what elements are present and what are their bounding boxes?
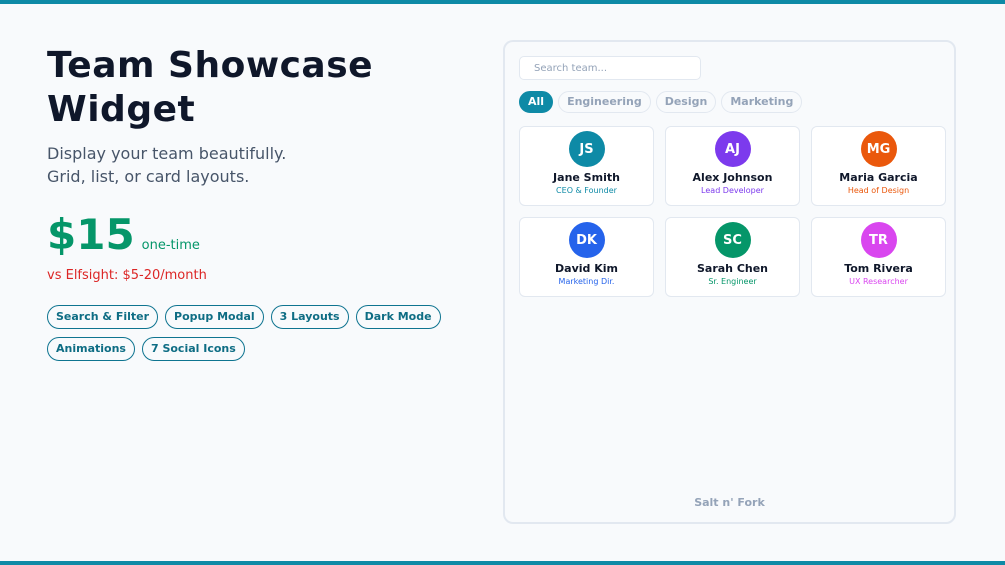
filter-design[interactable]: Design: [655, 91, 717, 113]
feature-pills: Search & Filter Popup Modal 3 Layouts Da…: [47, 305, 467, 361]
subtitle-line-2: Grid, list, or card layouts.: [47, 167, 250, 186]
avatar: SC: [714, 222, 751, 258]
title-line-2: Widget: [47, 89, 196, 130]
page-title: Team Showcase Widget: [47, 44, 467, 132]
bottom-accent-bar: [0, 561, 1005, 565]
member-name: Alex Johnson: [692, 171, 773, 184]
feature-pill: 3 Layouts: [270, 305, 349, 329]
price-row: $15 one-time: [47, 212, 467, 258]
subtitle-line-1: Display your team beautifully.: [47, 144, 287, 163]
top-accent-bar: [0, 0, 1005, 4]
member-name: Sarah Chen: [696, 262, 769, 275]
feature-pill: Animations: [47, 337, 135, 361]
member-card[interactable]: TR Tom Rivera UX Researcher: [811, 217, 946, 297]
filter-engineering[interactable]: Engineering: [558, 91, 651, 113]
member-name: Tom Rivera: [844, 262, 913, 275]
avatar: MG: [860, 131, 897, 167]
member-card[interactable]: MG Maria Garcia Head of Design: [811, 126, 946, 206]
filter-marketing[interactable]: Marketing: [721, 91, 803, 113]
feature-pill: Search & Filter: [47, 305, 159, 329]
member-card[interactable]: AJ Alex Johnson Lead Developer: [665, 126, 800, 206]
search-input[interactable]: [519, 56, 701, 80]
avatar: JS: [568, 131, 605, 167]
filter-all[interactable]: All: [519, 91, 554, 113]
member-name: Maria Garcia: [839, 171, 918, 184]
member-card[interactable]: SC Sarah Chen Sr. Engineer: [665, 217, 800, 297]
widget-footer-brand: Salt n' Fork: [694, 496, 765, 509]
member-role: Head of Design: [847, 186, 910, 195]
member-card[interactable]: DK David Kim Marketing Dir.: [519, 217, 654, 297]
member-role: CEO & Founder: [556, 186, 617, 195]
feature-pill: 7 Social Icons: [141, 337, 245, 361]
feature-pill: Popup Modal: [165, 305, 264, 329]
member-role: Marketing Dir.: [558, 277, 615, 286]
member-role: Lead Developer: [701, 186, 764, 195]
filter-tabs: All Engineering Design Marketing: [519, 91, 803, 113]
avatar: DK: [568, 222, 605, 258]
price-note: one-time: [141, 238, 200, 253]
member-role: UX Researcher: [849, 277, 908, 286]
member-name: Jane Smith: [553, 171, 620, 184]
team-grid: JS Jane Smith CEO & Founder AJ Alex John…: [519, 126, 946, 297]
title-line-1: Team Showcase: [47, 45, 374, 86]
widget-preview: All Engineering Design Marketing JS Jane…: [503, 40, 956, 524]
member-card[interactable]: JS Jane Smith CEO & Founder: [519, 126, 654, 206]
member-name: David Kim: [555, 262, 618, 275]
price: $15: [47, 210, 135, 259]
price-comparison: vs Elfsight: $5-20/month: [47, 268, 207, 283]
member-role: Sr. Engineer: [708, 277, 757, 286]
avatar: TR: [860, 222, 897, 258]
hero-section: Team Showcase Widget Display your team b…: [47, 44, 467, 361]
feature-pill: Dark Mode: [355, 305, 441, 329]
subtitle: Display your team beautifully. Grid, lis…: [47, 142, 467, 188]
avatar: AJ: [714, 131, 751, 167]
